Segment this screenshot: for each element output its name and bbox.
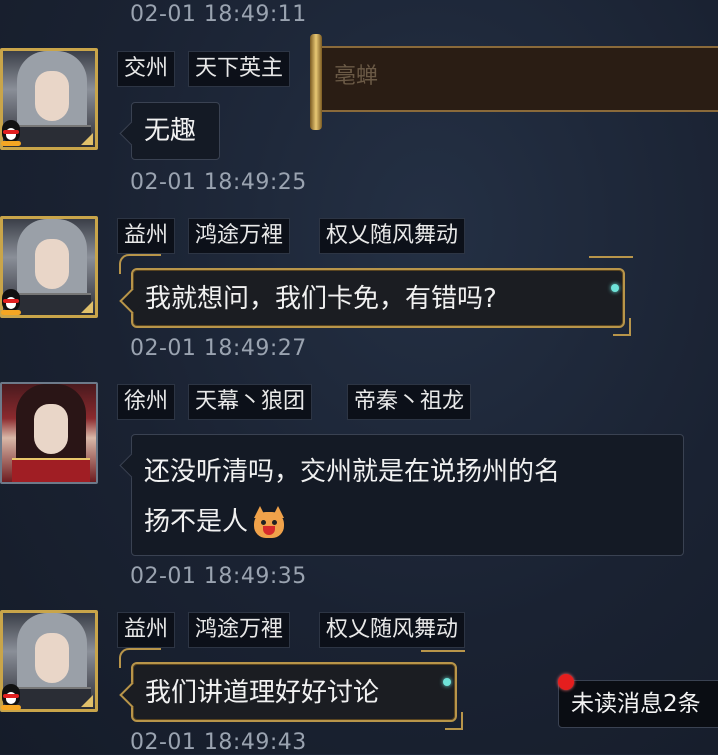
region-tag: 益州 bbox=[117, 218, 176, 254]
message-timestamp: 02-01 18:49:35 bbox=[130, 564, 307, 589]
title-tag: 天下英主 bbox=[188, 51, 291, 87]
gem-icon bbox=[443, 678, 451, 686]
chat-bubble[interactable]: 还没听清吗，交州就是在说扬州的名 扬不是人 bbox=[131, 434, 684, 556]
fox-emoji-icon bbox=[252, 505, 286, 540]
message-text: 无趣 bbox=[144, 116, 197, 146]
message-text: 我就想问，我们卡免，有错吗? bbox=[145, 284, 497, 314]
chat-bubble[interactable]: 我就想问，我们卡免，有错吗? bbox=[119, 254, 633, 336]
message-text-line-2: 扬不是人 bbox=[144, 497, 671, 547]
banner-text: 亳蝉 bbox=[334, 64, 379, 89]
title-tag: 帝秦丶祖龙 bbox=[347, 384, 472, 420]
guild-tag: 鸿途万裡 bbox=[188, 612, 291, 648]
unread-messages-button[interactable]: 未读消息2条 bbox=[558, 680, 718, 728]
message-text: 我们讲道理好好讨论 bbox=[145, 678, 380, 708]
message-timestamp: 02-01 18:49:25 bbox=[130, 170, 307, 195]
region-tag: 益州 bbox=[117, 612, 176, 648]
chat-bubble[interactable]: 我们讲道理好好讨论 bbox=[119, 648, 465, 730]
guild-tag: 鸿途万裡 bbox=[188, 218, 291, 254]
message-timestamp: 02-01 18:49:11 bbox=[130, 2, 307, 27]
unread-label: 未读消息2条 bbox=[571, 691, 701, 717]
qq-penguin-icon bbox=[0, 285, 22, 315]
guild-tag: 天幕丶狼团 bbox=[188, 384, 313, 420]
notification-dot-icon bbox=[558, 674, 574, 690]
qq-penguin-icon bbox=[0, 116, 22, 146]
chat-bubble[interactable]: 无趣 bbox=[131, 102, 220, 160]
gem-icon bbox=[611, 284, 619, 292]
message-text-line: 还没听清吗，交州就是在说扬州的名 bbox=[144, 457, 561, 487]
qq-penguin-icon bbox=[0, 680, 22, 710]
title-tag: 权乂随风舞动 bbox=[319, 218, 466, 254]
message-timestamp: 02-01 18:49:43 bbox=[130, 730, 307, 755]
title-tag: 权乂随风舞动 bbox=[319, 612, 466, 648]
region-tag: 徐州 bbox=[117, 384, 176, 420]
message-timestamp: 02-01 18:49:27 bbox=[130, 336, 307, 361]
avatar[interactable] bbox=[0, 382, 98, 484]
region-tag: 交州 bbox=[117, 51, 176, 87]
scroll-rod-icon bbox=[310, 34, 322, 130]
event-banner: 亳蝉 bbox=[310, 34, 718, 130]
